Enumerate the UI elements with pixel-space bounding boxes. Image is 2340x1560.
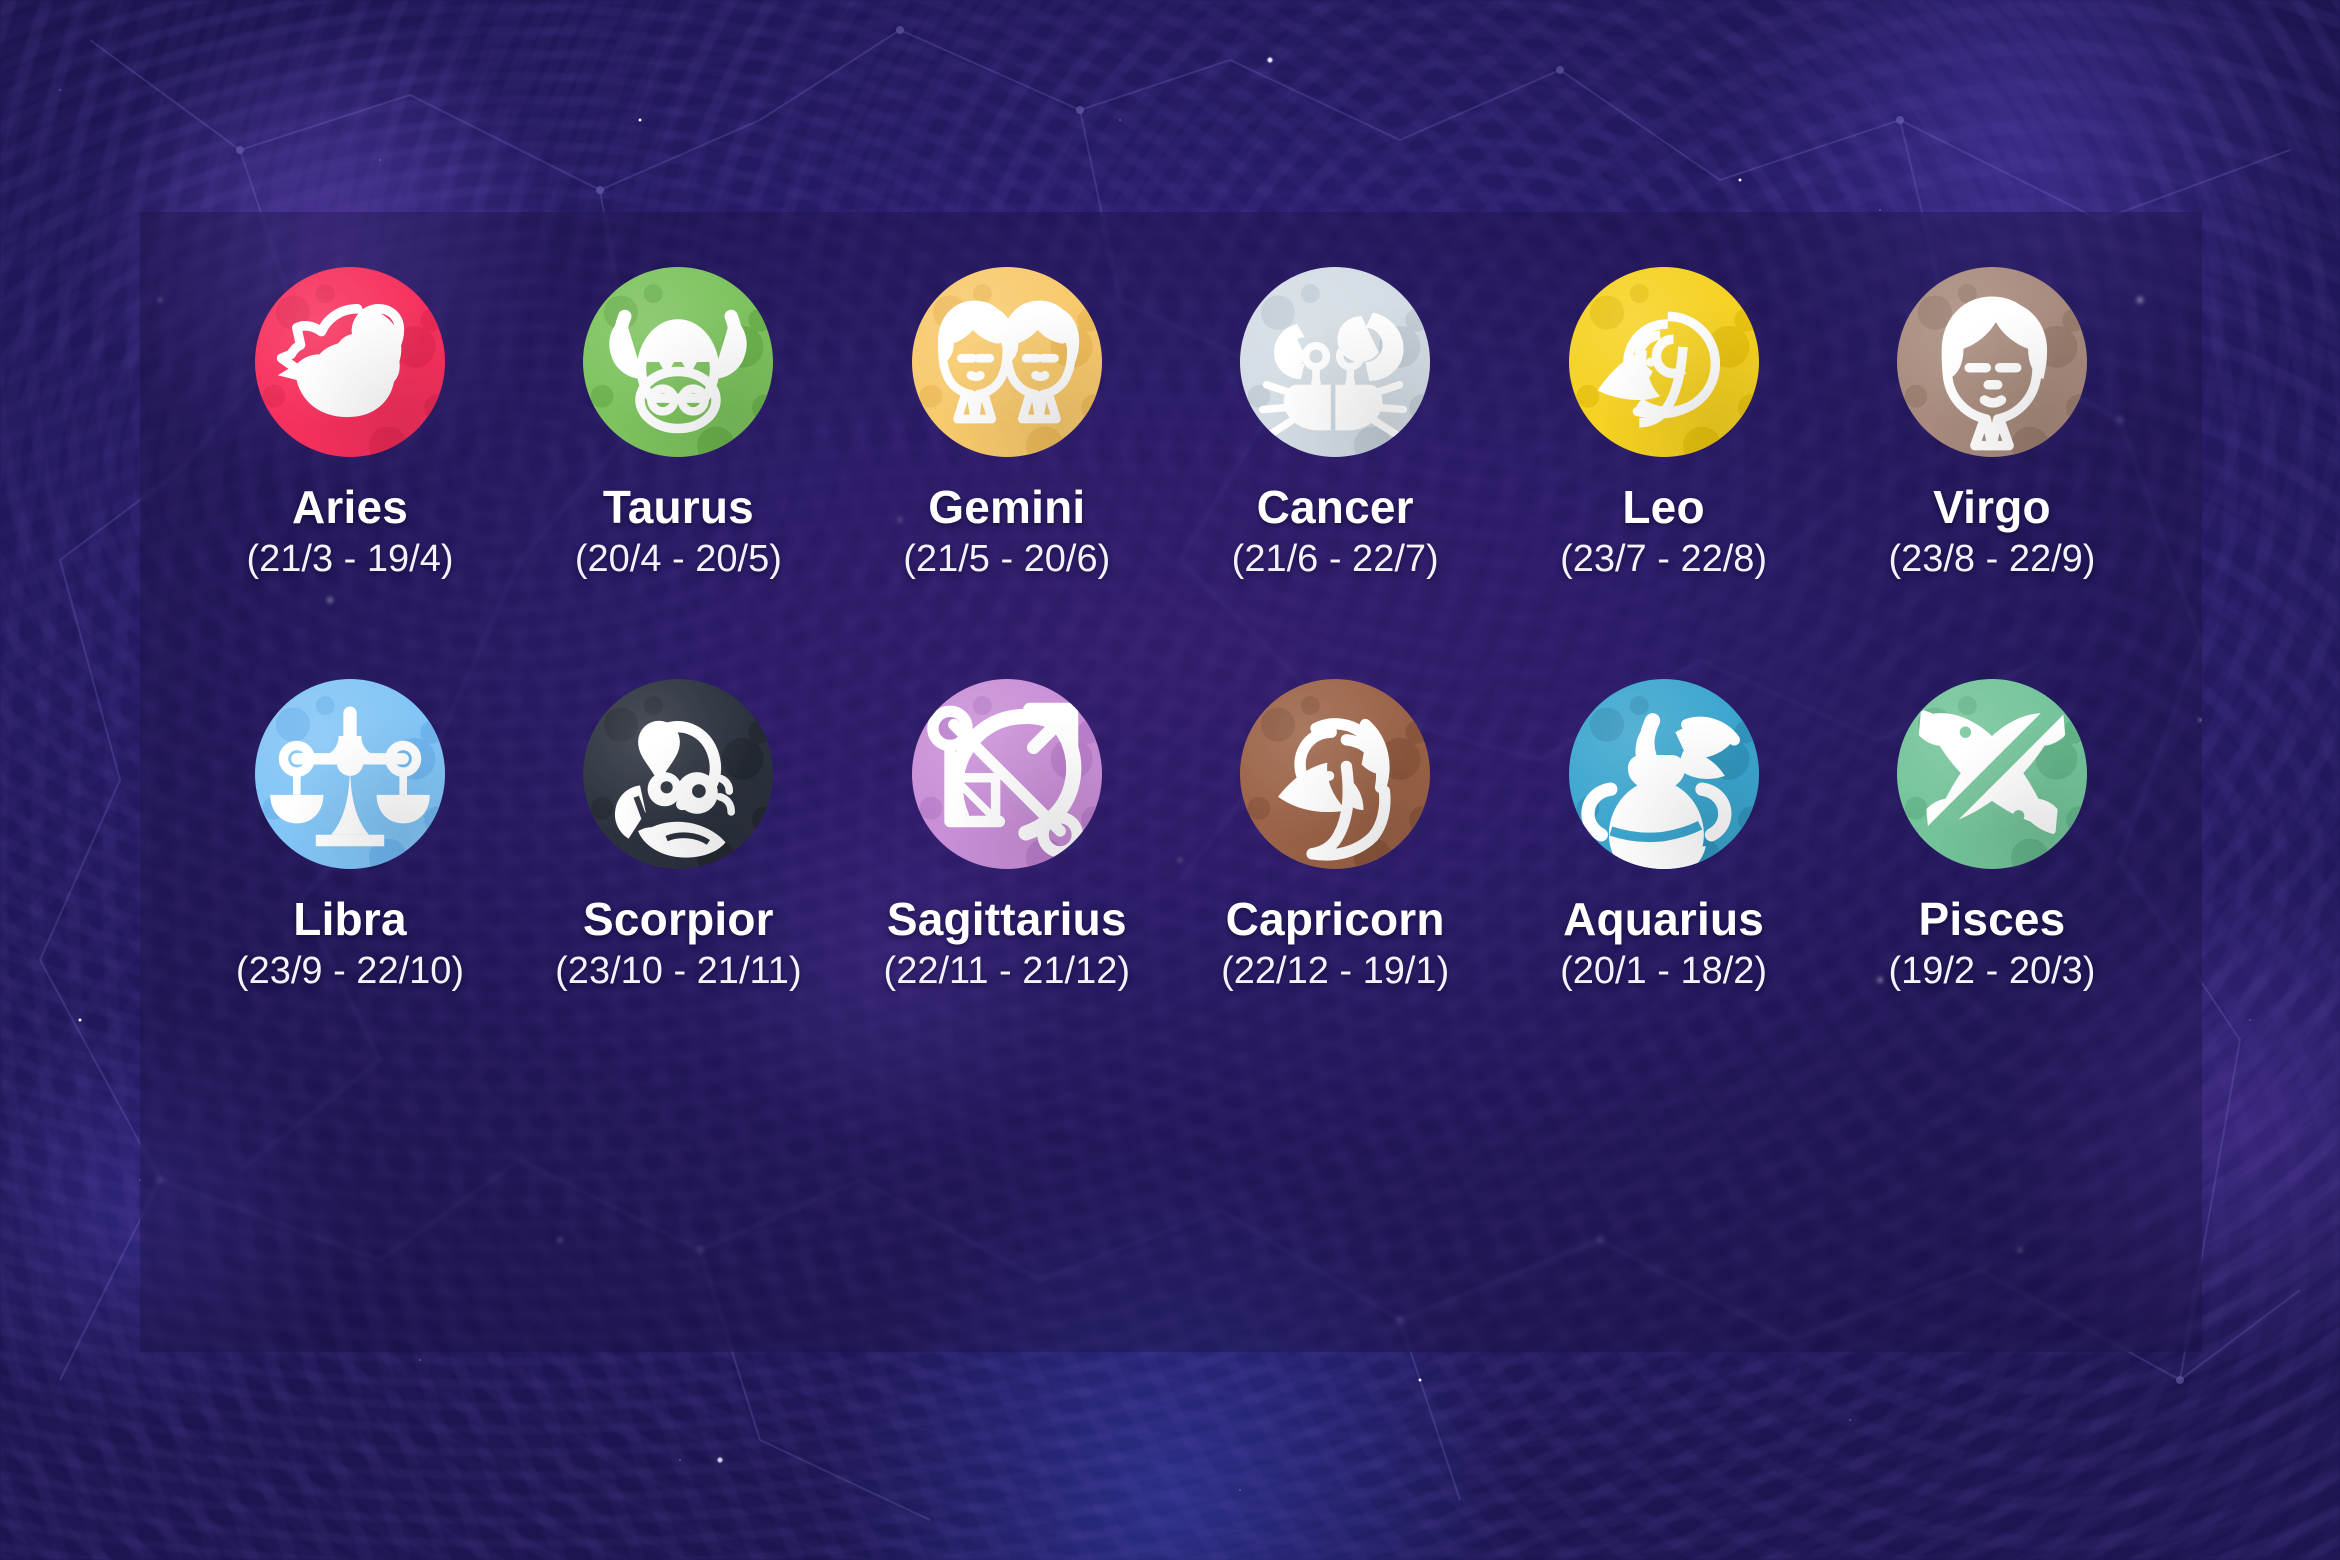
zodiac-badge-gemini[interactable] [911, 267, 1102, 457]
badge-shading [1568, 267, 1759, 457]
zodiac-sign-aquarius[interactable]: Aquarius (20/1 - 18/2) [1514, 679, 1814, 993]
zodiac-sign-scorpior[interactable]: Scorpior (23/10 - 21/11) [528, 679, 828, 993]
zodiac-sign-leo[interactable]: Leo (23/7 - 22/8) [1514, 267, 1814, 581]
zodiac-row: Libra (23/9 - 22/10) Scorpior (23/10 - 21/… [200, 679, 2142, 993]
zodiac-grid: Aries (21/3 - 19/4) Taurus (20/4 - 20/5) [140, 212, 2202, 1352]
badge-shading [583, 267, 774, 457]
zodiac-sign-dates: (23/10 - 21/11) [555, 950, 802, 993]
zodiac-badge-aries[interactable] [255, 267, 445, 457]
zodiac-sign-dates: (22/11 - 21/12) [883, 950, 1130, 993]
zodiac-sign-libra[interactable]: Libra (23/9 - 22/10) [200, 679, 500, 993]
zodiac-badge-libra[interactable] [255, 679, 445, 870]
badge-shading [255, 267, 445, 457]
zodiac-row: Aries (21/3 - 19/4) Taurus (20/4 - 20/5) [200, 267, 2142, 581]
zodiac-sign-dates: (21/3 - 19/4) [246, 538, 454, 581]
zodiac-sign-name: Aquarius [1563, 893, 1765, 946]
badge-shading [1896, 679, 2087, 870]
zodiac-sign-dates: (23/8 - 22/9) [1888, 538, 2096, 581]
zodiac-poster: Aries (21/3 - 19/4) Taurus (20/4 - 20/5) [0, 0, 2340, 1560]
zodiac-sign-aries[interactable]: Aries (21/3 - 19/4) [200, 267, 500, 581]
badge-shading [255, 679, 445, 870]
zodiac-sign-name: Gemini [928, 481, 1086, 533]
badge-shading [911, 679, 1102, 870]
zodiac-sign-name: Cancer [1256, 481, 1414, 533]
zodiac-sign-name: Scorpior [583, 893, 774, 946]
zodiac-sign-dates: (19/2 - 20/3) [1888, 950, 2096, 993]
zodiac-sign-capricorn[interactable]: Capricorn (22/12 - 19/1) [1185, 679, 1485, 993]
zodiac-sign-dates: (21/6 - 22/7) [1231, 538, 1439, 581]
zodiac-sign-virgo[interactable]: Virgo (23/8 - 22/9) [1842, 267, 2142, 581]
zodiac-sign-taurus[interactable]: Taurus (20/4 - 20/5) [528, 267, 828, 581]
zodiac-sign-name: Sagittarius [886, 893, 1127, 946]
zodiac-badge-leo[interactable] [1568, 267, 1759, 457]
zodiac-badge-taurus[interactable] [583, 267, 774, 457]
zodiac-badge-scorpior[interactable] [583, 679, 774, 870]
zodiac-badge-pisces[interactable] [1896, 679, 2087, 870]
zodiac-badge-capricorn[interactable] [1240, 679, 1431, 870]
zodiac-sign-name: Capricorn [1225, 893, 1445, 946]
zodiac-sign-cancer[interactable]: Cancer (21/6 - 22/7) [1185, 267, 1485, 581]
badge-shading [1240, 267, 1431, 457]
zodiac-badge-sagittarius[interactable] [911, 679, 1102, 870]
zodiac-sign-sagittarius[interactable]: Sagittarius (22/11 - 21/12) [857, 679, 1157, 993]
zodiac-sign-name: Libra [293, 893, 407, 946]
zodiac-sign-pisces[interactable]: Pisces (19/2 - 20/3) [1842, 679, 2142, 993]
zodiac-badge-aquarius[interactable] [1568, 679, 1759, 870]
zodiac-sign-name: Virgo [1933, 481, 2051, 533]
zodiac-sign-gemini[interactable]: Gemini (21/5 - 20/6) [857, 267, 1157, 581]
zodiac-sign-name: Aries [291, 481, 409, 533]
zodiac-sign-dates: (20/1 - 18/2) [1560, 950, 1768, 993]
zodiac-sign-dates: (23/7 - 22/8) [1560, 538, 1768, 581]
badge-shading [1896, 267, 2087, 457]
zodiac-badge-virgo[interactable] [1896, 267, 2087, 457]
zodiac-panel: Aries (21/3 - 19/4) Taurus (20/4 - 20/5) [140, 212, 2202, 1352]
badge-shading [1568, 679, 1759, 870]
zodiac-sign-dates: (23/9 - 22/10) [235, 950, 465, 993]
zodiac-sign-dates: (20/4 - 20/5) [574, 538, 782, 581]
zodiac-sign-name: Pisces [1918, 893, 2066, 946]
zodiac-badge-cancer[interactable] [1240, 267, 1431, 457]
zodiac-sign-name: Taurus [602, 481, 754, 533]
zodiac-sign-dates: (21/5 - 20/6) [903, 538, 1111, 581]
zodiac-sign-name: Leo [1622, 481, 1705, 533]
badge-shading [911, 267, 1102, 457]
zodiac-sign-dates: (22/12 - 19/1) [1221, 950, 1450, 993]
badge-shading [1240, 679, 1431, 870]
badge-shading [583, 679, 774, 870]
